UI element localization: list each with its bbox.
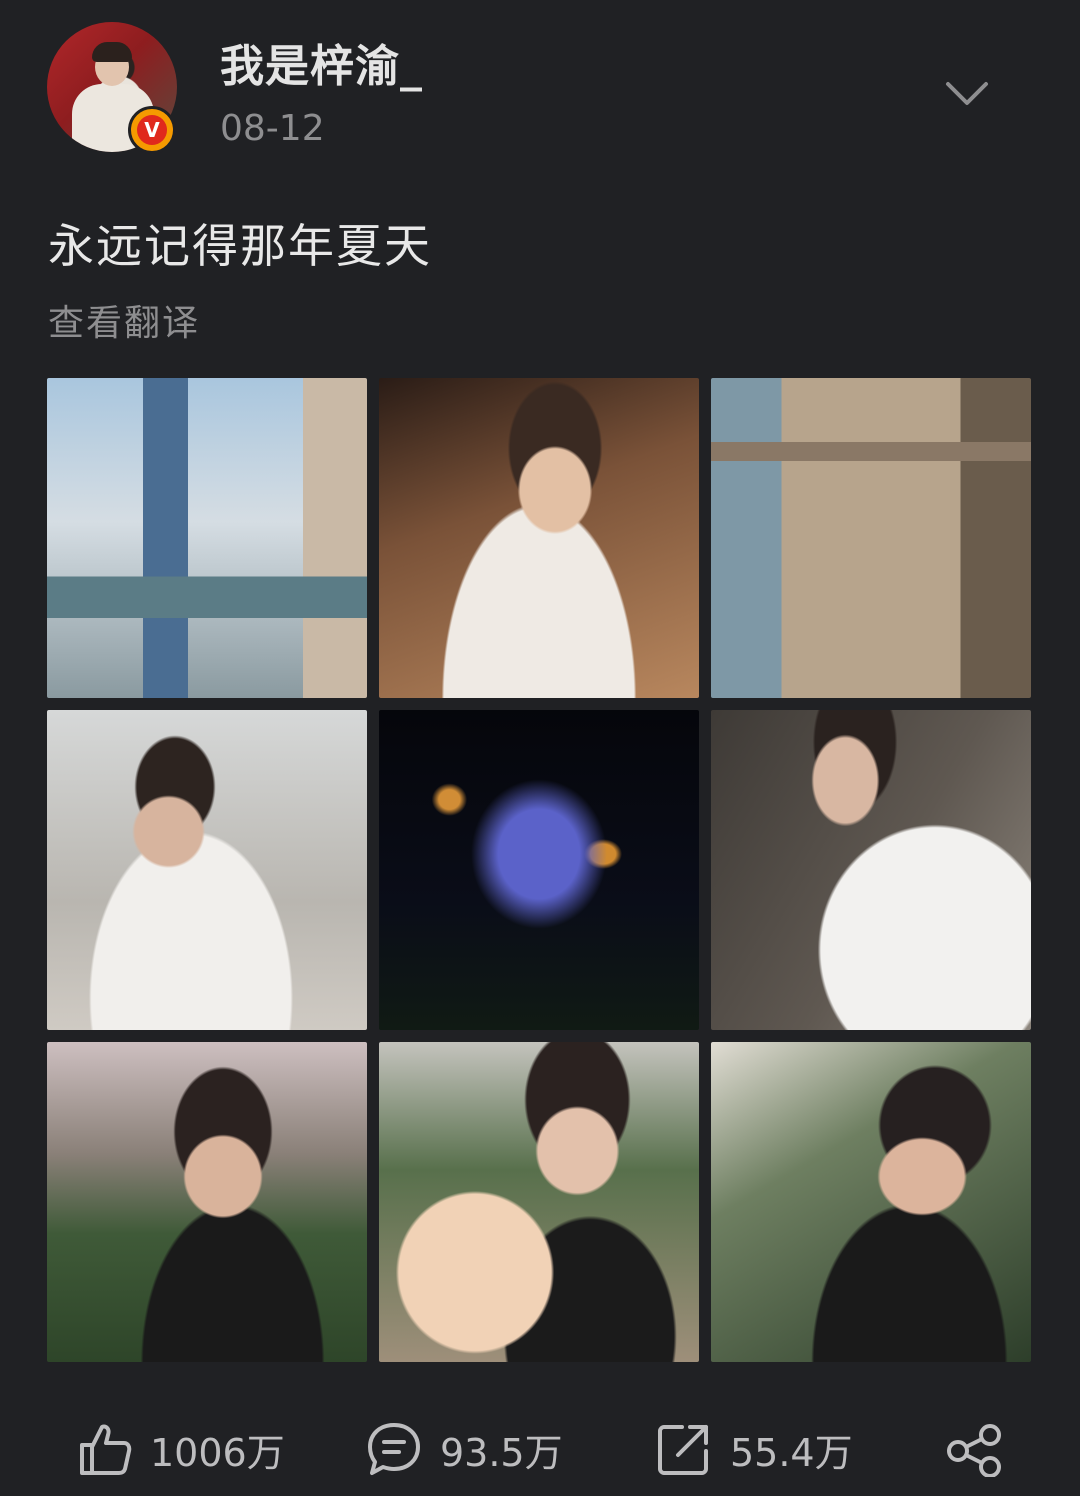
share-icon (947, 1424, 1001, 1477)
repost-icon (658, 1425, 708, 1475)
photo-9[interactable] (711, 1042, 1031, 1362)
photo-5[interactable] (379, 710, 699, 1030)
share-button[interactable] (944, 1416, 1004, 1482)
photo-1[interactable] (47, 378, 367, 698)
comment-button[interactable]: 93.5万 (366, 1416, 563, 1482)
like-icon (80, 1424, 132, 1475)
post-date: 08-12 (220, 108, 325, 149)
comment-icon (368, 1423, 420, 1475)
photo-grid (47, 378, 1033, 1364)
photo-8[interactable] (379, 1042, 699, 1362)
photo-6[interactable] (711, 710, 1031, 1030)
translate-link[interactable]: 查看翻译 (48, 294, 200, 346)
like-button[interactable]: 1006万 (76, 1416, 285, 1482)
repost-button[interactable]: 55.4万 (656, 1416, 853, 1482)
photo-3[interactable] (711, 378, 1031, 698)
post-header: V 我是梓渝_ 08-12 (0, 0, 1080, 180)
verified-badge-icon: V (128, 106, 176, 154)
action-bar: 1006万 93.5万 55.4万 (0, 1412, 1080, 1496)
photo-4[interactable] (47, 710, 367, 1030)
comment-count: 93.5万 (440, 1430, 563, 1475)
like-count: 1006万 (150, 1430, 285, 1475)
verified-badge-letter: V (137, 115, 167, 145)
photo-2[interactable] (379, 378, 699, 698)
photo-7[interactable] (47, 1042, 367, 1362)
post-text: 永远记得那年夏天 (48, 219, 432, 273)
author-name[interactable]: 我是梓渝_ (220, 30, 423, 94)
avatar-hair-shape (92, 42, 132, 62)
chevron-down-icon[interactable] (942, 70, 992, 120)
repost-count: 55.4万 (730, 1430, 853, 1475)
